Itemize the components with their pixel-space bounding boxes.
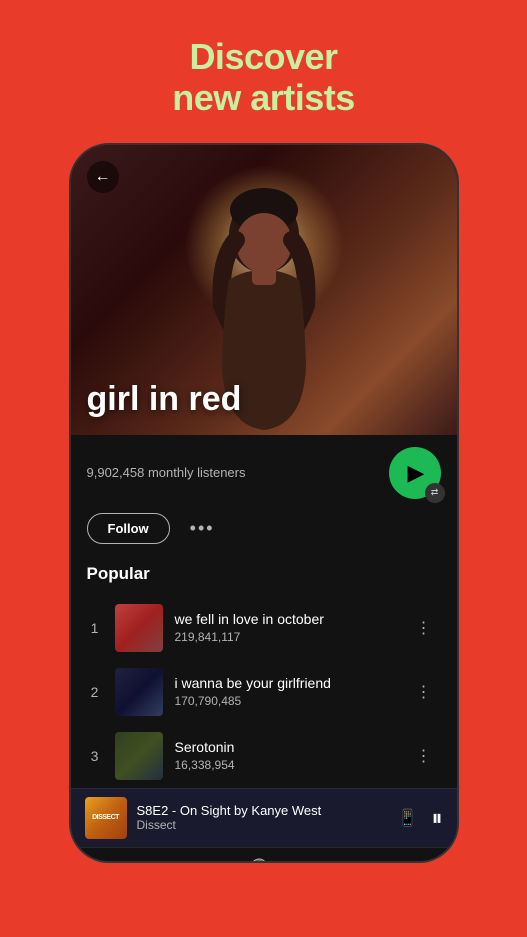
track-plays-2: 170,790,485 bbox=[175, 694, 396, 708]
artist-hero: ← girl in red bbox=[71, 145, 457, 435]
pause-button[interactable]: ⏸ bbox=[431, 805, 442, 831]
track-title-1: we fell in love in october bbox=[175, 611, 396, 627]
nav-item-search[interactable]: 🔍 Search bbox=[223, 858, 303, 863]
mini-player-info: S8E2 - On Sight by Kanye West Dissect bbox=[137, 803, 388, 832]
mini-player[interactable]: DISSECT S8E2 - On Sight by Kanye West Di… bbox=[71, 788, 457, 847]
mini-player-controls: 📱 ⏸ bbox=[398, 805, 443, 831]
artist-name: girl in red bbox=[87, 380, 242, 419]
play-icon: ▶ bbox=[408, 460, 425, 486]
follow-button[interactable]: Follow bbox=[87, 513, 170, 544]
headline-line1: Discover bbox=[189, 36, 337, 77]
headline: Discover new artists bbox=[152, 0, 375, 143]
track-thumb-2 bbox=[115, 668, 163, 716]
headline-line2: new artists bbox=[172, 77, 355, 118]
track-more-2[interactable]: ⋮ bbox=[408, 678, 441, 706]
nav-item-home[interactable]: ⌂ Home bbox=[95, 858, 175, 863]
action-row: Follow ••• bbox=[87, 507, 441, 556]
track-plays-1: 219,841,117 bbox=[175, 630, 396, 644]
home-icon: ⌂ bbox=[128, 858, 141, 863]
device-icon[interactable]: 📱 bbox=[398, 808, 418, 828]
phone-frame: ← girl in red 9,902,458 monthly listener… bbox=[69, 143, 459, 863]
mini-album-art: DISSECT bbox=[85, 797, 127, 839]
track-row-3[interactable]: 3 Serotonin 16,338,954 ⋮ bbox=[87, 724, 441, 788]
track-thumb-1 bbox=[115, 604, 163, 652]
track-thumb-3 bbox=[115, 732, 163, 780]
track-row-2[interactable]: 2 i wanna be your girlfriend 170,790,485… bbox=[87, 660, 441, 724]
track-row-1[interactable]: 1 we fell in love in october 219,841,117… bbox=[87, 596, 441, 660]
track-title-2: i wanna be your girlfriend bbox=[175, 675, 396, 691]
stats-row: 9,902,458 monthly listeners ▶ ⇄ bbox=[87, 435, 441, 507]
mini-player-title: S8E2 - On Sight by Kanye West bbox=[137, 803, 388, 818]
track-title-3: Serotonin bbox=[175, 739, 396, 755]
back-button[interactable]: ← bbox=[87, 161, 119, 193]
track-more-1[interactable]: ⋮ bbox=[408, 614, 441, 642]
library-icon: ⫶ bbox=[389, 858, 395, 863]
track-info-2: i wanna be your girlfriend 170,790,485 bbox=[175, 675, 396, 708]
mini-player-artist: Dissect bbox=[137, 818, 388, 832]
search-icon: 🔍 bbox=[250, 858, 277, 863]
shuffle-icon: ⇄ bbox=[425, 483, 445, 503]
track-number-1: 1 bbox=[87, 620, 103, 636]
monthly-listeners: 9,902,458 monthly listeners bbox=[87, 465, 246, 480]
popular-title: Popular bbox=[87, 564, 441, 584]
bottom-nav: ⌂ Home 🔍 Search ⫶ Your Library bbox=[71, 847, 457, 863]
play-button[interactable]: ▶ ⇄ bbox=[389, 447, 441, 499]
popular-section: Popular 1 we fell in love in october 219… bbox=[87, 556, 441, 788]
nav-item-library[interactable]: ⫶ Your Library bbox=[352, 858, 432, 863]
track-info-3: Serotonin 16,338,954 bbox=[175, 739, 396, 772]
more-button[interactable]: ••• bbox=[186, 518, 219, 539]
track-number-2: 2 bbox=[87, 684, 103, 700]
back-arrow-icon: ← bbox=[95, 169, 111, 185]
track-more-3[interactable]: ⋮ bbox=[408, 742, 441, 770]
track-plays-3: 16,338,954 bbox=[175, 758, 396, 772]
content-area: 9,902,458 monthly listeners ▶ ⇄ Follow •… bbox=[71, 435, 457, 788]
track-number-3: 3 bbox=[87, 748, 103, 764]
track-info-1: we fell in love in october 219,841,117 bbox=[175, 611, 396, 644]
